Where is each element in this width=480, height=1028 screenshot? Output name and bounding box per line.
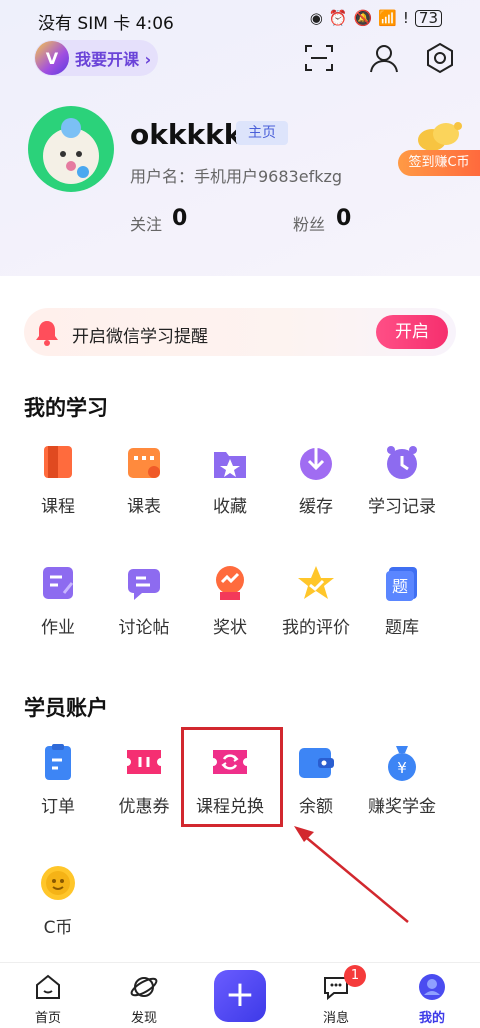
grid-item-orders[interactable]: 订单 [10,742,106,842]
tab-label: 首页 [34,1011,61,1026]
wallet-icon [299,748,334,778]
teach-logo-icon: V [35,41,69,75]
arrow-annotation-icon [294,826,409,923]
status-bar: 没有 SIM 卡 4:06 ◉ ⏰ 🔕 📶 ! 73 [0,0,480,36]
tab-home[interactable]: 首页 [0,963,96,1028]
follow-label[interactable]: 关注 [130,211,162,235]
download-icon [300,446,332,480]
user-profile-icon[interactable] [368,42,400,74]
grid-item-homework[interactable]: 作业 [10,563,106,663]
grid-item-label: 课表 [127,497,161,517]
grid-item-label: 学习记录 [368,497,436,517]
mine-avatar-icon [419,974,445,1000]
grid-item-course[interactable]: 课程 [10,442,106,542]
my-learning-title: 我的学习 [24,396,108,420]
bell-icon [36,321,58,346]
grid-item-my-reviews[interactable]: 我的评价 [268,563,364,663]
start-teaching-button[interactable]: V 我要开课 › [34,40,158,76]
grid-item-label: 我的评价 [282,618,350,638]
grid-item-favorites[interactable]: 收藏 [182,442,278,542]
avatar[interactable] [28,106,114,192]
grid-item-question-bank[interactable]: 题 题库 [354,563,450,663]
coin-icon [41,866,75,900]
svg-text:题: 题 [392,577,408,596]
discussion-icon [128,569,160,600]
scan-icon[interactable] [303,42,335,74]
tab-label: 发现 [130,1011,157,1026]
medal-icon [216,566,244,600]
question-bank-icon: 题 [386,567,417,601]
carrier-time: 没有 SIM 卡 4:06 [38,14,174,34]
tab-messages[interactable]: 消息 [288,963,384,1028]
grid-item-label: 作业 [41,618,75,638]
enable-reminder-button[interactable]: 开启 [376,315,448,349]
grid-item-label: 优惠券 [118,797,170,817]
battery-indicator: 73 [414,9,442,27]
grid-item-label: C币 [43,918,73,938]
grid-item-label: 赚奖学金 [368,797,436,817]
tab-label: 我的 [418,1011,445,1026]
fans-label[interactable]: 粉丝 [293,211,325,235]
grid-item-label: 题库 [385,618,419,638]
grid-item-label: 缓存 [299,497,333,517]
grid-item-certificate[interactable]: 奖状 [182,563,278,663]
homework-icon [43,567,74,599]
user-id: 用户名：手机用户9683efkzg [130,167,343,186]
home-icon [36,974,60,999]
grid-item-label: 奖状 [213,618,247,638]
eye-icon: ◉ [309,9,323,27]
username: okkkkk [130,118,243,151]
mute-icon: 🔕 [353,9,373,27]
grid-item-schedule[interactable]: 课表 [96,442,192,542]
book-icon [44,446,72,478]
status-icons: ◉ ⏰ 🔕 📶 ! 73 [310,9,442,27]
tab-label: 消息 [322,1011,349,1026]
coupon-icon [127,750,161,774]
star-folder-icon [214,452,246,478]
student-account-title: 学员账户 [24,696,108,720]
homepage-tag[interactable]: 主页 [236,121,288,145]
clock-icon [387,446,417,479]
tab-discover[interactable]: 发现 [96,963,192,1028]
grid-item-label: 课程 [41,497,75,517]
grid-item-learning-record[interactable]: 学习记录 [354,442,450,542]
signin-earn-coins-button[interactable]: 签到赚C币 [398,150,480,176]
calendar-icon [128,448,160,478]
grid-item-label: 订单 [41,797,75,817]
grid-item-label: 收藏 [213,497,247,517]
alarm-icon: ⏰ [328,9,348,27]
follow-count[interactable]: 0 [172,206,187,231]
grid-item-cache[interactable]: 缓存 [268,442,364,542]
reminder-text: 开启微信学习提醒 [72,327,208,347]
cat-avatar-icon [43,118,99,184]
fans-count[interactable]: 0 [336,206,351,231]
start-teaching-label: 我要开课 › [75,50,152,69]
order-icon [45,744,71,780]
alert-icon: ! [402,9,409,27]
grid-item-c-coins[interactable]: C币 [10,863,106,963]
message-badge: 1 [344,965,366,987]
planet-icon [130,977,158,997]
money-bag-icon: ¥ [388,746,416,781]
review-star-icon [298,566,334,599]
tab-mine[interactable]: 我的 [384,963,480,1028]
wifi-icon: 📶 [378,9,397,27]
create-plus-button[interactable]: + [214,970,266,1022]
grid-item-coupons[interactable]: 优惠券 [96,742,192,842]
grid-item-discussion[interactable]: 讨论帖 [96,563,192,663]
settings-icon[interactable] [424,42,456,74]
wechat-reminder-banner[interactable]: 开启微信学习提醒 开启 [24,308,456,356]
grid-item-label: 讨论帖 [118,618,170,638]
highlight-box [181,727,283,827]
svg-text:¥: ¥ [397,759,407,777]
gold-coins-icon [418,122,462,151]
